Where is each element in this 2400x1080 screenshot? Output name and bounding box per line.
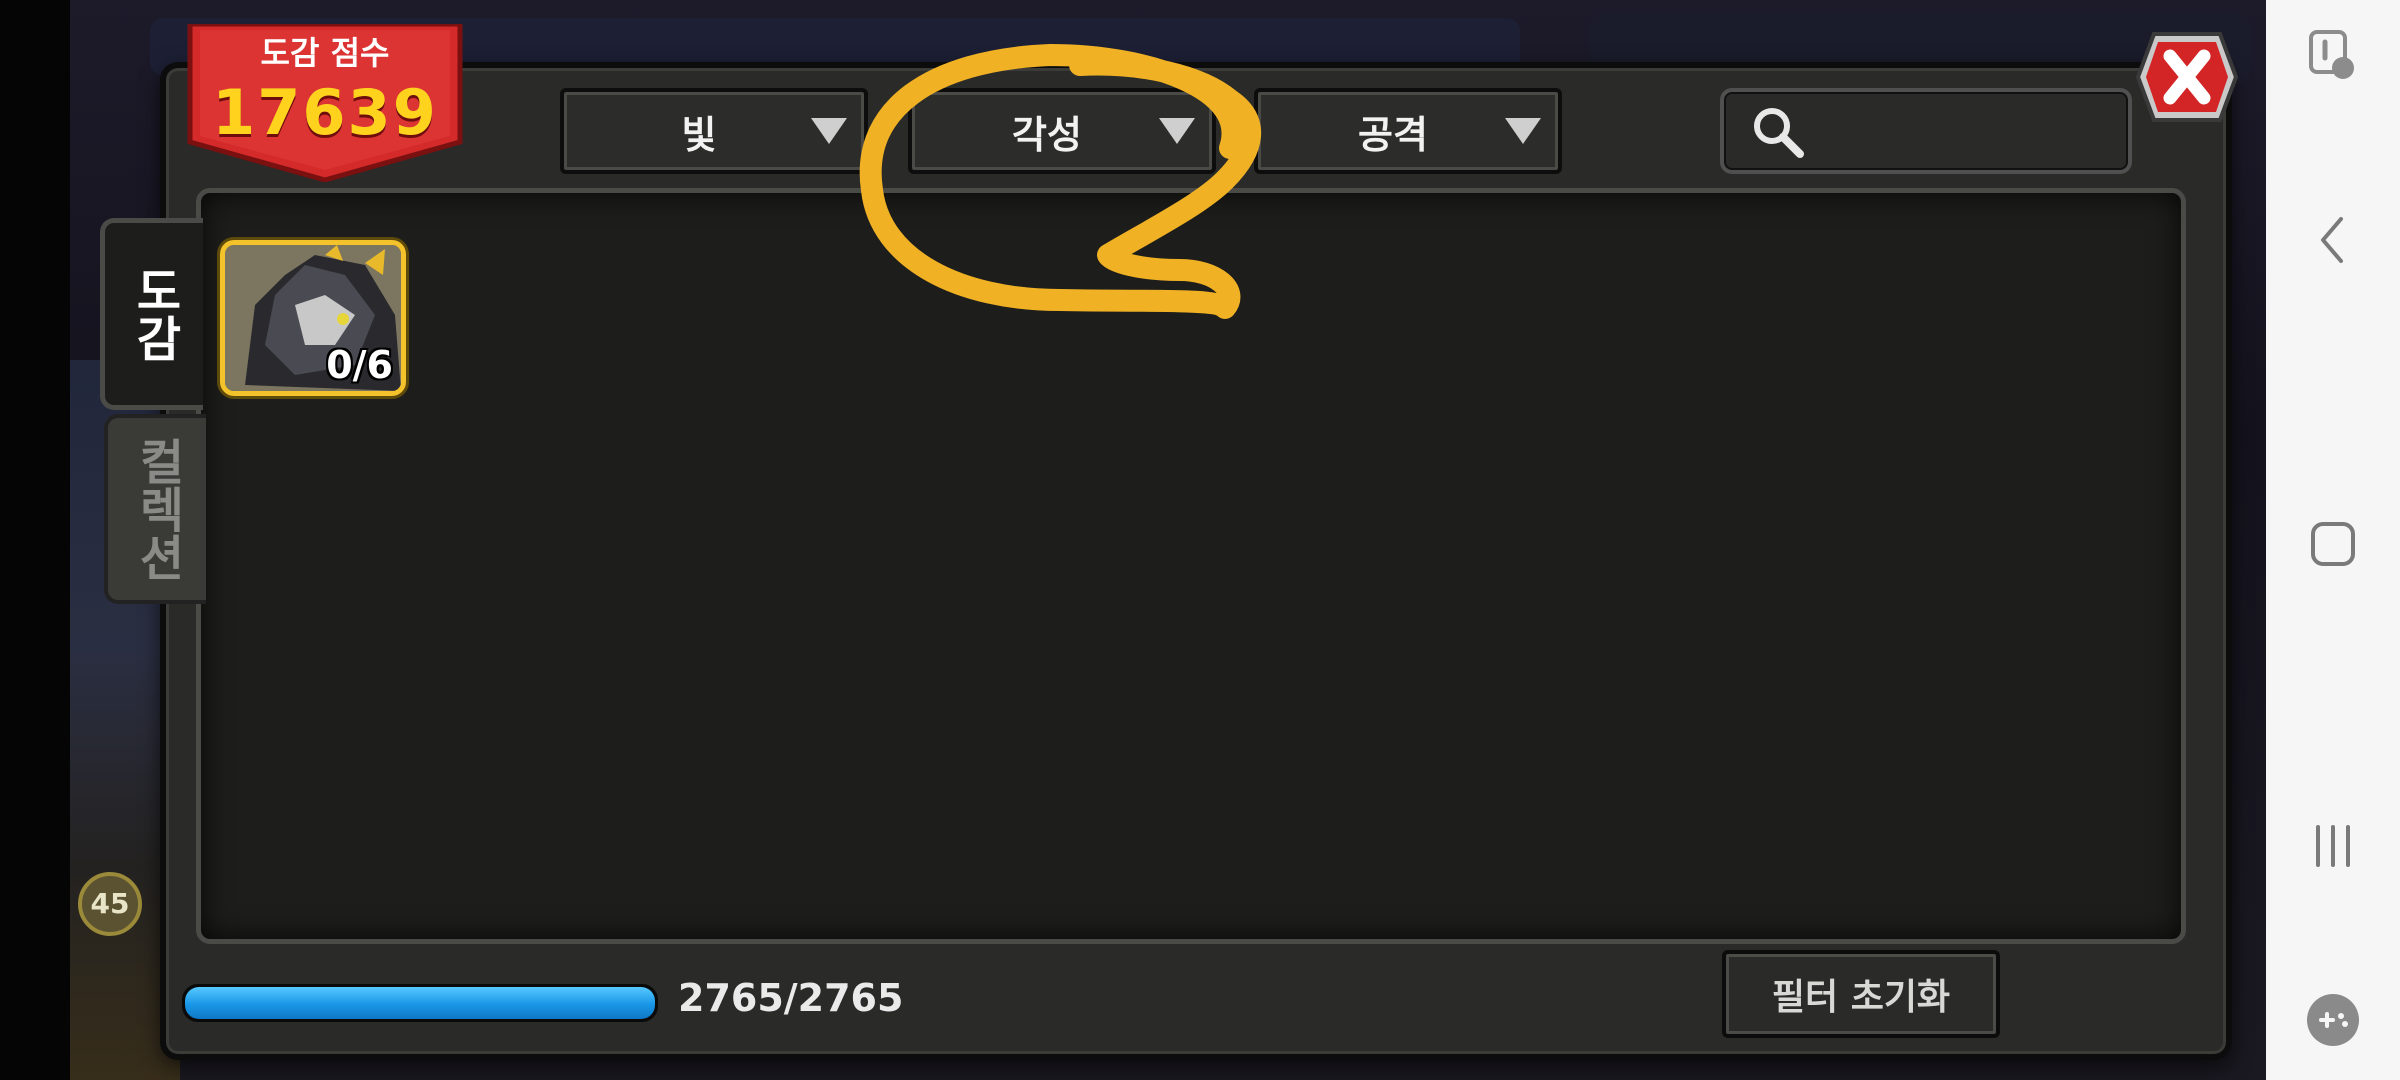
filter-label: 빛 <box>681 112 717 157</box>
dropdown-arrow-icon <box>1488 116 1558 146</box>
level-badge: 45 <box>78 872 142 936</box>
tab-label: 도감 <box>126 266 182 362</box>
home-icon[interactable] <box>2293 504 2373 584</box>
collection-progress-bar <box>182 984 658 1022</box>
progress-fill <box>185 987 655 1019</box>
close-button[interactable] <box>2134 30 2240 124</box>
collection-item-card[interactable]: 0/6 <box>220 240 406 396</box>
system-nav-bar <box>2266 0 2400 1080</box>
score-label: 도감 점수 <box>260 34 390 72</box>
tab-encyclopedia[interactable]: 도감 <box>100 218 203 410</box>
recents-icon[interactable] <box>2293 806 2373 886</box>
tab-collection[interactable]: 컬렉션 <box>104 414 206 604</box>
back-icon[interactable] <box>2293 200 2373 280</box>
search-icon <box>1748 102 1808 166</box>
screen-touch-icon[interactable] <box>2293 16 2373 96</box>
progress-text: 2765/2765 <box>678 976 904 1020</box>
filter-label: 공격 <box>1358 112 1428 157</box>
tab-label: 컬렉션 <box>129 437 185 581</box>
game-tools-icon[interactable] <box>2293 980 2373 1060</box>
filter-dropdown-attack[interactable]: 공격 <box>1254 88 1562 174</box>
filter-label: 각성 <box>1012 112 1082 157</box>
score-banner: 도감 점수 17639 <box>186 24 464 182</box>
reset-filter-button[interactable]: 필터 초기화 <box>1722 950 2000 1038</box>
search-input[interactable] <box>1720 88 2132 174</box>
item-count: 0/6 <box>326 343 393 387</box>
close-icon <box>2135 32 2239 122</box>
score-value: 17639 <box>212 76 438 149</box>
dropdown-arrow-icon <box>794 116 864 146</box>
filter-dropdown-element[interactable]: 빛 <box>560 88 868 174</box>
item-grid-area <box>196 188 2186 944</box>
filter-dropdown-awakening[interactable]: 각성 <box>908 88 1216 174</box>
dropdown-arrow-icon <box>1142 116 1212 146</box>
